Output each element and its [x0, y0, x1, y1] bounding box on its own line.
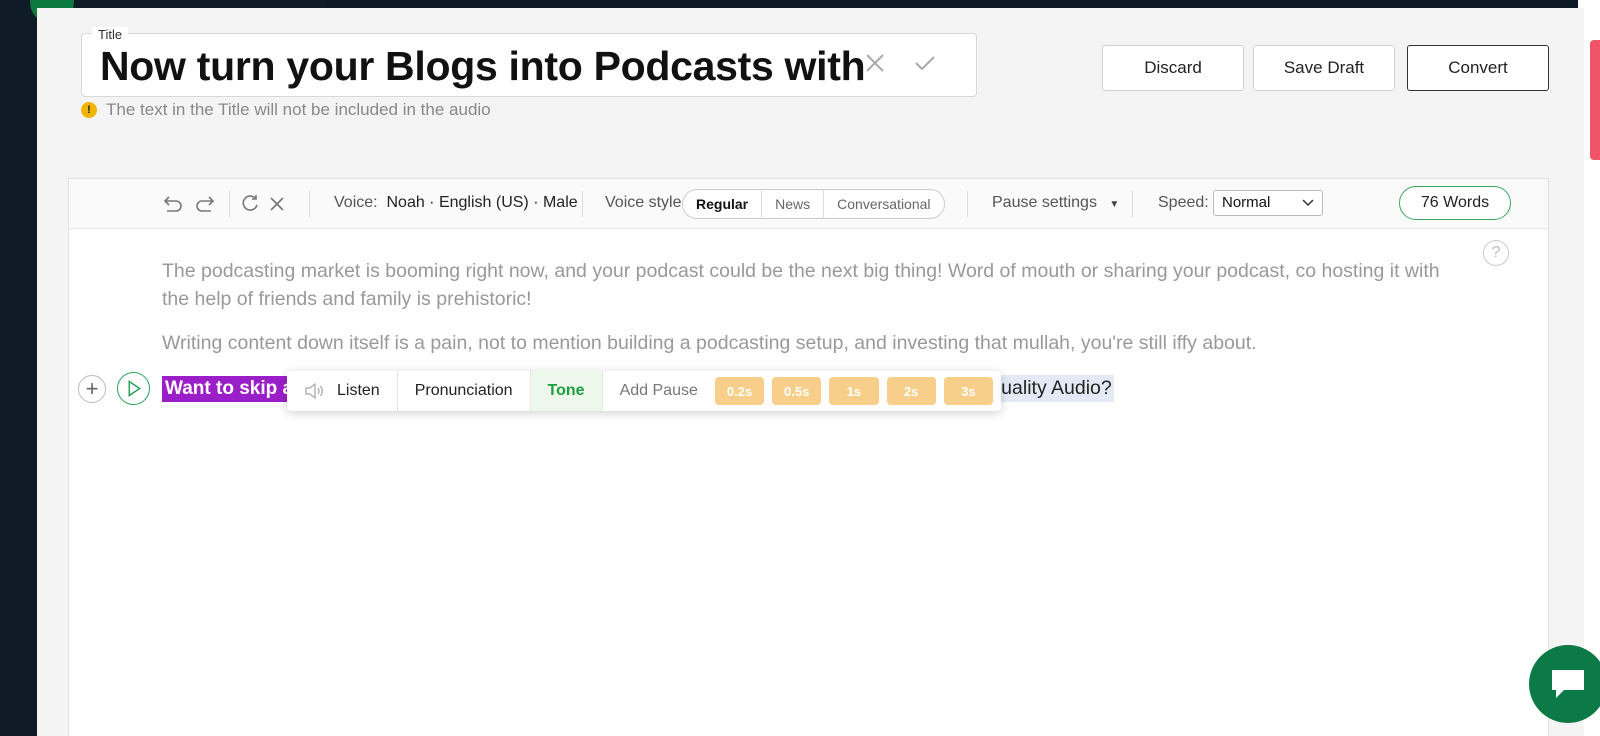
save-draft-button[interactable]: Save Draft [1253, 45, 1395, 91]
pause-0-5s[interactable]: 0.5s [772, 377, 822, 405]
paragraph-tail-text[interactable]: Quality Audio? [984, 375, 1114, 402]
background-red-tab [1590, 40, 1600, 160]
selected-text[interactable]: Want to skip a [162, 376, 297, 402]
play-icon[interactable] [117, 372, 150, 405]
add-pause-label: Add Pause [619, 382, 698, 399]
pronunciation-button[interactable]: Pronunciation [398, 371, 531, 411]
background-sidebar [0, 0, 37, 736]
voice-style-toggle: Regular News Conversational [682, 189, 945, 219]
paragraph-2[interactable]: Writing content down itself is a pain, n… [162, 329, 1452, 357]
title-input[interactable]: Now turn your Blogs into Podcasts with [100, 43, 866, 90]
pause-settings-label: Pause settings [992, 194, 1097, 211]
clear-title-icon[interactable] [860, 48, 890, 78]
style-regular[interactable]: Regular [683, 190, 763, 218]
toolbar-divider [309, 191, 310, 217]
title-field[interactable]: Title Now turn your Blogs into Podcasts … [81, 27, 977, 97]
convert-button[interactable]: Convert [1407, 45, 1549, 91]
title-note-text: The text in the Title will not be includ… [106, 100, 491, 119]
help-icon[interactable]: ? [1483, 240, 1509, 266]
style-conversational[interactable]: Conversational [824, 190, 943, 218]
voice-value: Noah · English (US) · Male [386, 194, 578, 211]
pause-2s[interactable]: 2s [886, 377, 936, 405]
editor-panel: Voice: Noah · English (US) · Male Voice … [68, 178, 1549, 736]
discard-button[interactable]: Discard [1102, 45, 1244, 91]
speed-label: Speed: [1158, 194, 1209, 211]
title-field-label: Title [92, 27, 129, 42]
style-news[interactable]: News [762, 190, 825, 218]
chat-widget-button[interactable] [1529, 645, 1600, 723]
warning-icon: ! [81, 102, 97, 118]
refresh-icon[interactable] [239, 193, 261, 215]
listen-label: Listen [337, 382, 380, 399]
tone-button[interactable]: Tone [530, 371, 603, 411]
confirm-title-icon[interactable] [910, 48, 940, 78]
pause-0-2s[interactable]: 0.2s [714, 377, 765, 405]
redo-icon[interactable] [195, 193, 217, 215]
toolbar-divider [582, 191, 583, 217]
toolbar-divider [229, 191, 230, 217]
caret-down-icon: ▼ [1109, 199, 1120, 210]
voice-style-label: Voice style [605, 194, 682, 211]
clear-icon[interactable] [266, 193, 288, 215]
paragraph-1[interactable]: The podcasting market is booming right n… [162, 257, 1452, 313]
voice-label: Voice: [334, 194, 378, 211]
toolbar-divider [967, 191, 968, 217]
pause-1s[interactable]: 1s [829, 377, 879, 405]
undo-icon[interactable] [161, 193, 183, 215]
convert-modal: Title Now turn your Blogs into Podcasts … [37, 8, 1584, 736]
selection-popup: Listen Pronunciation Tone Add Pause 0.2s… [287, 371, 1001, 411]
chevron-down-icon [1302, 199, 1314, 207]
add-block-button[interactable]: + [78, 375, 106, 403]
editor-toolbar: Voice: Noah · English (US) · Male Voice … [69, 179, 1548, 229]
title-note: ! The text in the Title will not be incl… [81, 100, 491, 120]
speed-value: Normal [1222, 194, 1271, 211]
speed-select[interactable]: Normal [1213, 190, 1323, 216]
pause-3s[interactable]: 3s [943, 377, 994, 405]
word-count-badge: 76 Words [1399, 186, 1511, 220]
listen-button[interactable]: Listen [287, 371, 398, 411]
pause-settings-dropdown[interactable]: Pause settings ▼ [992, 194, 1119, 212]
voice-selector[interactable]: Voice: Noah · English (US) · Male [334, 194, 578, 212]
chat-icon [1552, 670, 1584, 698]
toolbar-divider [1132, 191, 1133, 217]
background-header [37, 0, 327, 8]
speaker-icon [305, 382, 323, 400]
